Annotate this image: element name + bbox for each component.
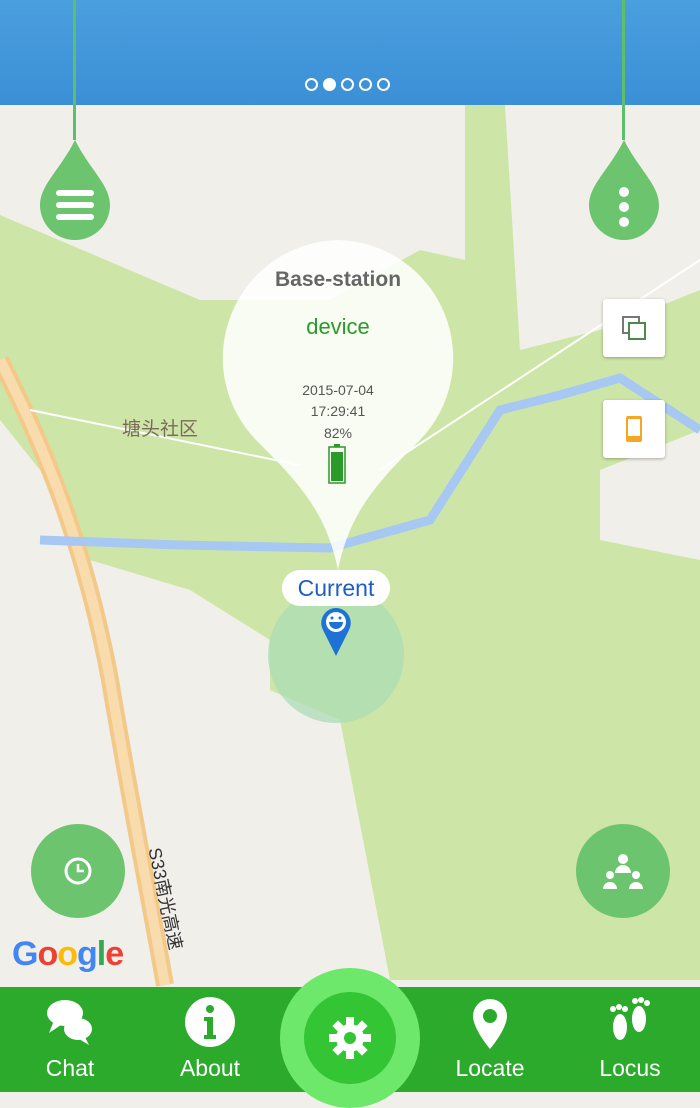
map-district-label: 塘头社区 [122, 419, 199, 440]
device-name: device [306, 314, 370, 339]
carousel-dot[interactable] [359, 78, 372, 91]
nav-chat[interactable]: Chat [15, 987, 125, 1092]
carousel-dot[interactable] [305, 78, 318, 91]
location-pin-icon [473, 999, 507, 1049]
info-icon [185, 997, 235, 1047]
location-marker-icon[interactable] [321, 608, 351, 658]
string-decoration [73, 0, 76, 140]
family-group-button[interactable] [576, 824, 670, 918]
nav-about[interactable]: About [155, 987, 265, 1092]
carousel-dot[interactable] [377, 78, 390, 91]
nav-locate[interactable]: Locate [435, 987, 545, 1092]
layers-icon [622, 316, 646, 340]
more-options-button[interactable] [589, 140, 659, 240]
gear-icon [329, 1017, 371, 1059]
more-vertical-icon [619, 187, 629, 227]
popup-time: 17:29:41 [310, 403, 366, 419]
carousel-dot-active[interactable] [323, 78, 336, 91]
device-info-popup[interactable]: Base-station device 2015-07-04 17:29:41 … [220, 240, 456, 570]
popup-date: 2015-07-04 [302, 382, 374, 398]
footprints-icon [610, 997, 650, 1040]
settings-button[interactable] [280, 968, 420, 1108]
popup-title: Base-station [274, 268, 402, 291]
banner-carousel[interactable] [0, 0, 700, 105]
group-icon [603, 854, 643, 889]
carousel-indicator[interactable] [305, 78, 390, 91]
menu-icon [56, 190, 94, 220]
watch-button[interactable] [31, 824, 125, 918]
device-location-button[interactable] [603, 400, 665, 458]
carousel-dot[interactable] [341, 78, 354, 91]
current-location-label: Current [282, 570, 390, 606]
string-decoration [622, 0, 625, 140]
phone-icon [626, 416, 642, 442]
google-logo: Google [12, 935, 124, 973]
nav-locus[interactable]: Locus [575, 987, 685, 1092]
battery-percent: 82% [323, 425, 353, 441]
watch-icon [64, 857, 92, 885]
menu-button[interactable] [40, 140, 110, 240]
map-layers-button[interactable] [603, 299, 665, 357]
battery-icon [328, 444, 346, 484]
chat-icon [47, 1000, 92, 1045]
